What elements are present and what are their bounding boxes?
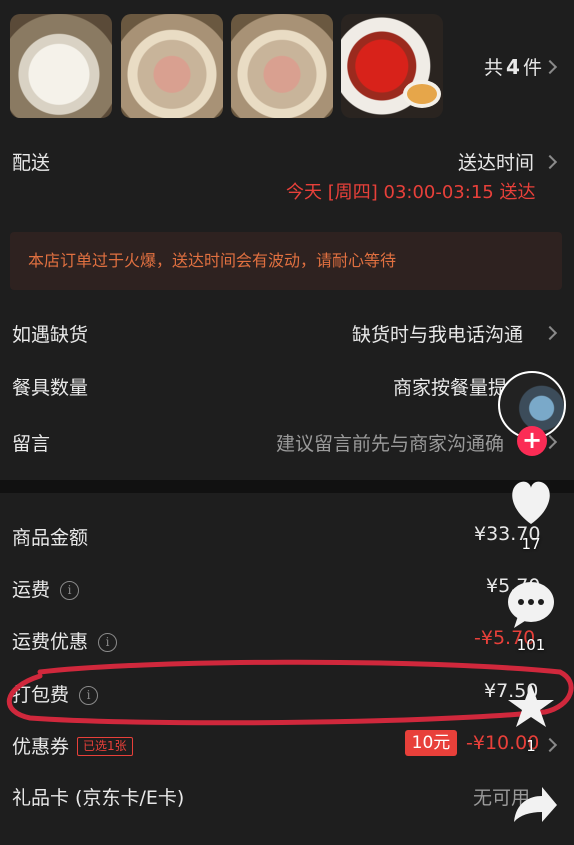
favorites-count: 1: [526, 737, 536, 755]
message-label: 留言: [12, 433, 51, 455]
utensils-value[interactable]: 商家按餐量提: [393, 373, 507, 400]
info-icon[interactable]: i: [98, 633, 118, 652]
shipping-fee-value: ¥5.70: [486, 575, 541, 597]
chevron-right-icon[interactable]: [542, 59, 558, 75]
delivery-time-label[interactable]: 送达时间: [458, 148, 534, 175]
fees-card: 商品金额 ¥33.70 运费 i ¥5.70 运费优惠 i -¥5.70 打包费 i …: [0, 493, 574, 845]
item-count-value: 4: [506, 55, 520, 79]
chevron-right-icon[interactable]: [542, 325, 558, 341]
info-icon[interactable]: i: [79, 686, 99, 705]
order-items-card: 共4件 配送 送达时间 今天 [周四] 03:00-03:15 送达 本店订单过…: [0, 0, 574, 480]
product-thumbnail[interactable]: [231, 14, 333, 118]
packing-fee-label: 打包费: [12, 684, 70, 706]
goods-amount-label: 商品金额: [12, 527, 89, 549]
item-count-prefix: 共: [484, 57, 504, 79]
item-count[interactable]: 共4件: [484, 53, 542, 80]
packing-fee-row: 打包费 i: [12, 680, 99, 707]
utensils-label: 餐具数量: [12, 377, 89, 399]
product-thumbnail[interactable]: [121, 14, 223, 118]
packing-fee-value: ¥7.50: [484, 680, 539, 702]
chevron-right-icon[interactable]: [542, 154, 558, 170]
out-of-stock-value[interactable]: 缺货时与我电话沟通: [352, 320, 523, 347]
message-placeholder[interactable]: 建议留言前先与商家沟通确: [276, 429, 504, 456]
follow-plus-icon[interactable]: +: [517, 426, 547, 456]
comments-count: 101: [516, 636, 546, 654]
info-icon[interactable]: i: [60, 581, 80, 600]
item-count-suffix: 件: [522, 57, 542, 79]
delivery-time-value[interactable]: 今天 [周四] 03:00-03:15 送达: [286, 178, 535, 204]
shipping-discount-label: 运费优惠: [12, 631, 89, 653]
busy-notice: 本店订单过于火爆，送达时间会有波动，请耐心等待: [10, 232, 562, 290]
product-thumbnail[interactable]: [10, 14, 112, 118]
shipping-fee-label: 运费: [12, 579, 51, 601]
gift-card-value[interactable]: 无可用: [473, 783, 530, 810]
coupon-selected-tag: 已选1张: [77, 737, 133, 756]
delivery-label: 配送: [12, 152, 51, 174]
coupon-label: 优惠券: [12, 736, 70, 758]
shipping-fee-row: 运费 i: [12, 575, 80, 602]
coupon-row: 优惠券 已选1张: [12, 732, 133, 759]
gift-card-label: 礼品卡 (京东卡/E卡): [12, 787, 185, 809]
coupon-amount-badge: 10元: [405, 730, 457, 756]
likes-count: 17: [521, 535, 541, 553]
out-of-stock-label: 如遇缺货: [12, 324, 89, 346]
product-thumbnail[interactable]: [341, 14, 443, 118]
shipping-discount-row: 运费优惠 i: [12, 627, 118, 654]
